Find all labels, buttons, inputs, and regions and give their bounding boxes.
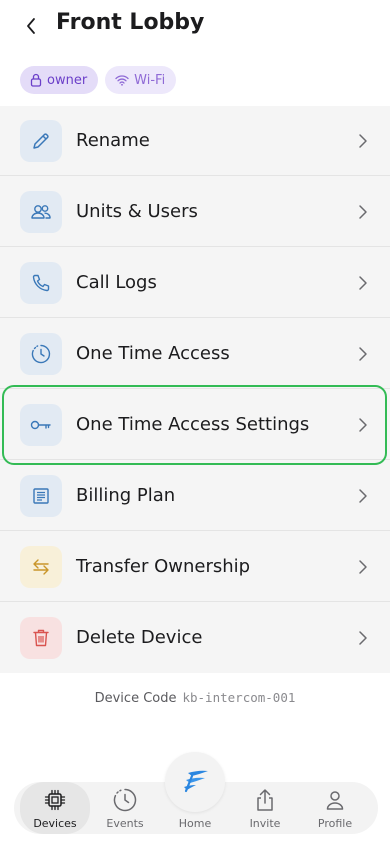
tab-home[interactable] xyxy=(165,752,225,812)
pencil-icon xyxy=(33,133,49,149)
menu-item-label: Units & Users xyxy=(76,201,198,222)
owner-badge-label: owner xyxy=(47,72,88,88)
back-button[interactable] xyxy=(18,12,44,40)
menu-item-rename[interactable]: Rename xyxy=(0,106,390,176)
tab-invite[interactable]: Invite xyxy=(230,782,300,834)
menu-item-call-logs[interactable]: Call Logs xyxy=(0,248,390,318)
wifi-icon xyxy=(115,75,129,86)
menu-item-units-users[interactable]: Units & Users xyxy=(0,177,390,247)
transfer-ownership-icon-tile xyxy=(20,546,62,588)
person-icon xyxy=(326,791,344,810)
delete-device-icon-tile xyxy=(20,617,62,659)
chevron-right-icon xyxy=(359,560,367,574)
menu-item-label: Billing Plan xyxy=(76,485,176,506)
chevron-right-icon xyxy=(359,347,367,361)
tab-devices[interactable]: Devices xyxy=(20,782,90,834)
tab-events-label: Events xyxy=(106,817,144,830)
chip-icon xyxy=(44,789,66,811)
one-time-access-icon-tile xyxy=(20,333,62,375)
menu-item-one-time-access-settings[interactable]: One Time Access Settings xyxy=(0,390,390,460)
tab-home-label: Home xyxy=(178,817,212,830)
chevron-right-icon xyxy=(359,631,367,645)
menu-item-transfer-ownership[interactable]: Transfer Ownership xyxy=(0,532,390,602)
tab-invite-label: Invite xyxy=(249,817,281,830)
chevron-right-icon xyxy=(359,134,367,148)
logo-icon xyxy=(184,770,208,793)
menu-item-delete-device[interactable]: Delete Device xyxy=(0,603,390,673)
chevron-right-icon xyxy=(359,418,367,432)
device-tags: owner Wi-Fi xyxy=(20,66,177,94)
tab-devices-label: Devices xyxy=(33,817,77,830)
menu-item-label: One Time Access xyxy=(76,343,230,364)
trash-icon xyxy=(33,629,49,647)
device-code: Device Code kb-intercom-001 xyxy=(0,690,390,706)
clock-icon xyxy=(31,344,51,364)
rename-icon-tile xyxy=(20,120,62,162)
menu-item-label: Transfer Ownership xyxy=(76,556,251,577)
menu-item-billing-plan[interactable]: Billing Plan xyxy=(0,461,390,531)
device-settings-list: Rename Units & Users Call Logs One Time … xyxy=(0,106,390,673)
key-icon xyxy=(30,420,51,430)
share-icon xyxy=(257,789,273,811)
call-logs-icon-tile xyxy=(20,262,62,304)
wifi-badge: Wi-Fi xyxy=(105,66,177,94)
users-icon xyxy=(31,205,51,219)
transfer-arrows-icon xyxy=(33,559,49,575)
chevron-right-icon xyxy=(359,205,367,219)
menu-item-label: Rename xyxy=(76,130,150,151)
chevron-right-icon xyxy=(359,489,367,503)
page-title: Front Lobby xyxy=(56,10,205,35)
chevron-right-icon xyxy=(359,276,367,290)
owner-badge: owner xyxy=(20,66,99,94)
tab-events[interactable]: Events xyxy=(90,782,160,834)
clock-icon xyxy=(113,788,137,812)
lock-icon xyxy=(30,73,42,87)
units-users-icon-tile xyxy=(20,191,62,233)
header: Front Lobby xyxy=(0,0,390,52)
receipt-icon xyxy=(33,488,49,504)
one-time-access-settings-icon-tile xyxy=(20,404,62,446)
menu-item-label: One Time Access Settings xyxy=(76,414,310,435)
chevron-left-icon xyxy=(27,18,35,34)
billing-plan-icon-tile xyxy=(20,475,62,517)
tab-profile-label: Profile xyxy=(317,817,353,830)
phone-icon xyxy=(32,274,50,292)
wifi-badge-label: Wi-Fi xyxy=(134,72,166,88)
menu-item-label: Delete Device xyxy=(76,627,203,648)
tab-profile[interactable]: Profile xyxy=(300,782,370,834)
menu-item-one-time-access[interactable]: One Time Access xyxy=(0,319,390,389)
device-code-value: kb-intercom-001 xyxy=(182,690,296,705)
menu-item-label: Call Logs xyxy=(76,272,157,293)
device-code-label: Device Code xyxy=(94,691,177,706)
